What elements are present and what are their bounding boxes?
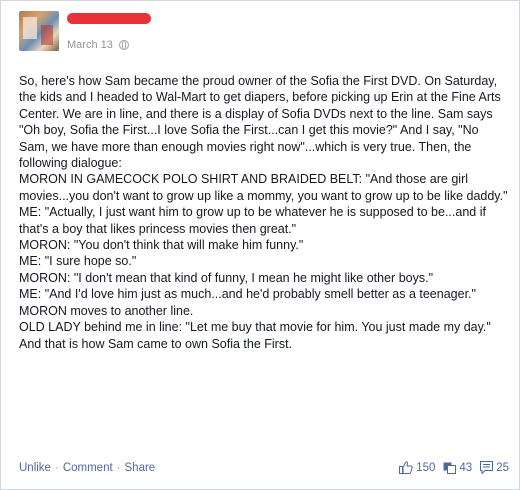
- comment-icon: [480, 461, 494, 474]
- comment-link[interactable]: Comment: [63, 462, 113, 474]
- post-date[interactable]: March 13: [67, 39, 113, 51]
- post-paragraph: MORON IN GAMECOCK POLO SHIRT AND BRAIDED…: [19, 172, 508, 203]
- share-icon: [443, 462, 457, 474]
- post-paragraph: So, here's how Sam became the proud owne…: [19, 74, 501, 171]
- post-paragraph: MORON: "You don't think that will make h…: [19, 238, 304, 253]
- author-avatar[interactable]: [19, 11, 59, 51]
- thumbs-up-icon: [399, 461, 413, 474]
- post-paragraph: ME: "And I'd love him just as much...and…: [19, 287, 476, 302]
- author-name-redacted[interactable]: [67, 13, 151, 24]
- post-card: March 13 So, here's how Sam became the p…: [0, 0, 520, 490]
- share-link[interactable]: Share: [125, 462, 156, 474]
- post-footer: Unlike · Comment · Share 150 43 25: [19, 461, 509, 474]
- post-paragraph: MORON: "I don't mean that kind of funny,…: [19, 270, 434, 285]
- separator: ·: [54, 461, 59, 474]
- shares-count[interactable]: 43: [443, 462, 472, 474]
- post-paragraph: ME: "I sure hope so.": [19, 254, 137, 269]
- shares-count-value: 43: [459, 461, 473, 474]
- post-paragraph: OLD LADY behind me in line: "Let me buy …: [19, 320, 491, 335]
- unlike-link[interactable]: Unlike: [19, 462, 51, 474]
- post-paragraph: MORON moves to another line.: [19, 303, 194, 318]
- post-body: So, here's how Sam became the proud owne…: [19, 73, 509, 352]
- likes-count-value: 150: [416, 461, 436, 474]
- separator: ·: [116, 461, 121, 474]
- engagement-counts: 150 43 25: [391, 461, 509, 474]
- likes-count[interactable]: 150: [399, 461, 435, 474]
- post-paragraph: And that is how Sam came to own Sofia th…: [19, 336, 293, 351]
- comments-count[interactable]: 25: [480, 461, 509, 474]
- comments-count-value: 25: [496, 461, 509, 474]
- globe-icon: [118, 40, 129, 50]
- post-meta: March 13: [67, 39, 129, 51]
- post-paragraph: ME: "Actually, I just want him to grow u…: [19, 205, 486, 236]
